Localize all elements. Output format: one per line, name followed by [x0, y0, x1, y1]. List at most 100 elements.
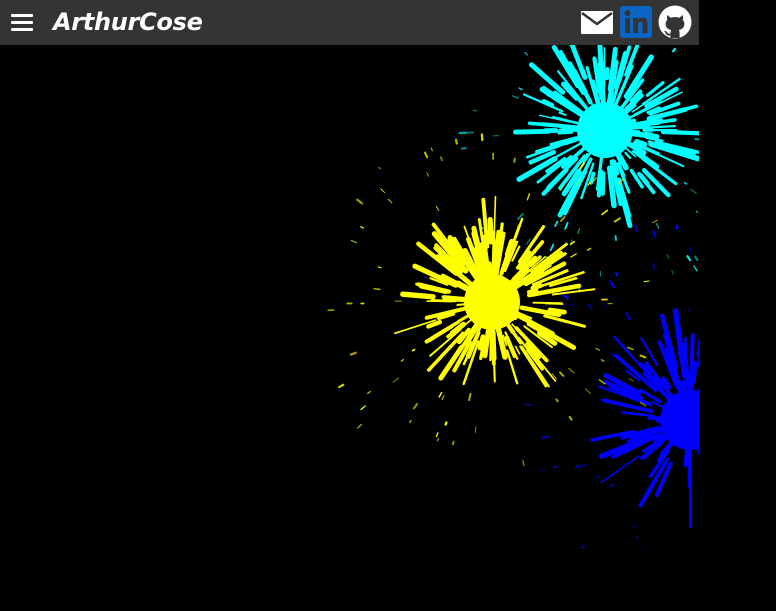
firework-spark: [409, 419, 412, 424]
firework-spark: [626, 346, 634, 351]
firework-spark: [438, 391, 443, 398]
firework-spark: [694, 255, 699, 261]
firework-spark: [373, 288, 381, 290]
firework-spark: [652, 219, 658, 224]
firework-spark: [634, 224, 638, 233]
firework-spark: [568, 367, 575, 374]
firework-spark: [518, 87, 523, 91]
github-link[interactable]: [658, 5, 692, 39]
firework-streak: [546, 310, 562, 317]
firework-spark: [412, 403, 419, 410]
firework-streak: [441, 295, 471, 302]
firework-spark: [595, 347, 601, 351]
firework-spark: [587, 181, 591, 186]
firework-streak: [456, 302, 472, 306]
firework-streak: [599, 61, 606, 89]
firework-spark: [435, 432, 439, 438]
navbar: ArthurCose: [0, 0, 699, 45]
firework-spark: [411, 348, 416, 352]
firework-spark: [356, 423, 363, 429]
firework-spark: [609, 483, 614, 488]
firework-spark: [584, 388, 592, 395]
fireworks-canvas[interactable]: [0, 45, 699, 550]
firework-spark: [671, 47, 677, 53]
linkedin-link[interactable]: [619, 5, 653, 39]
firework-spark: [601, 209, 609, 216]
firework-streak: [514, 345, 521, 355]
firework-spark: [468, 392, 472, 402]
firework-spark: [581, 463, 588, 467]
firework-spark: [652, 230, 656, 238]
site-brand-link[interactable]: ArthurCose: [53, 5, 203, 39]
firework-streak: [624, 151, 632, 160]
firework-spark: [360, 405, 366, 411]
firework-spark: [522, 459, 525, 467]
firework-spark: [511, 95, 519, 99]
firework-spark: [655, 223, 660, 229]
firework-streak: [691, 361, 698, 384]
firework-spark: [609, 280, 615, 289]
firework-streak: [464, 305, 475, 311]
firework-streak: [628, 130, 660, 140]
firework-spark: [356, 198, 364, 205]
firework-spark: [444, 421, 448, 426]
firework-streak: [620, 118, 637, 127]
firework-streak: [621, 411, 655, 418]
email-link[interactable]: [580, 5, 614, 39]
firework-spark: [454, 138, 458, 145]
firework-spark: [553, 465, 557, 469]
firework-spark: [474, 426, 477, 434]
firework-spark: [360, 225, 364, 229]
firework-spark: [614, 272, 619, 277]
firework-streak: [696, 335, 699, 357]
firework-streak: [558, 111, 567, 116]
firework-spark: [541, 436, 550, 439]
firework-spark: [689, 188, 697, 194]
hamburger-menu-button[interactable]: [10, 11, 34, 33]
fireworks-drawing: [327, 45, 699, 550]
firework-spark: [569, 303, 574, 307]
firework-spark: [603, 303, 608, 309]
firework-spark: [639, 547, 641, 550]
firework-streak: [541, 99, 555, 108]
firework-spark: [513, 157, 516, 164]
firework-spark: [524, 51, 528, 56]
firework-streak: [544, 302, 564, 305]
firework-spark: [349, 351, 357, 356]
firework-spark: [430, 147, 433, 152]
firework-spark: [633, 524, 636, 528]
firework-spark: [666, 253, 670, 259]
firework-streak: [600, 455, 640, 484]
firework-spark: [568, 415, 573, 421]
firework-spark: [671, 269, 675, 275]
firework-streak: [645, 136, 664, 142]
firework-streak: [400, 291, 436, 300]
firework-spark: [426, 172, 430, 177]
firework-spark: [400, 359, 405, 362]
firework-streak: [541, 122, 579, 130]
firework-streak: [487, 217, 494, 245]
firework-spark: [392, 377, 399, 383]
firework-spark: [350, 240, 358, 244]
firework-streak: [487, 261, 493, 287]
firework-spark: [387, 198, 393, 204]
firework-spark: [581, 544, 586, 549]
firework-spark: [424, 151, 429, 159]
yellow-firework: [327, 133, 658, 467]
firework-spark: [635, 535, 639, 540]
firework-spark: [686, 255, 692, 262]
firework-spark: [441, 395, 445, 401]
firework-spark: [625, 312, 631, 321]
firework-spark: [639, 354, 647, 359]
firework-spark: [595, 475, 600, 479]
menu-icon-bar: [11, 21, 33, 24]
firework-spark: [549, 243, 555, 252]
firework-streak: [647, 415, 668, 421]
firework-streak: [634, 138, 648, 147]
firework-spark: [642, 246, 645, 250]
firework-spark: [643, 280, 650, 283]
firework-spark: [378, 166, 381, 170]
firework-spark: [435, 205, 440, 212]
firework-spark: [554, 220, 559, 227]
firework-streak: [557, 130, 574, 135]
